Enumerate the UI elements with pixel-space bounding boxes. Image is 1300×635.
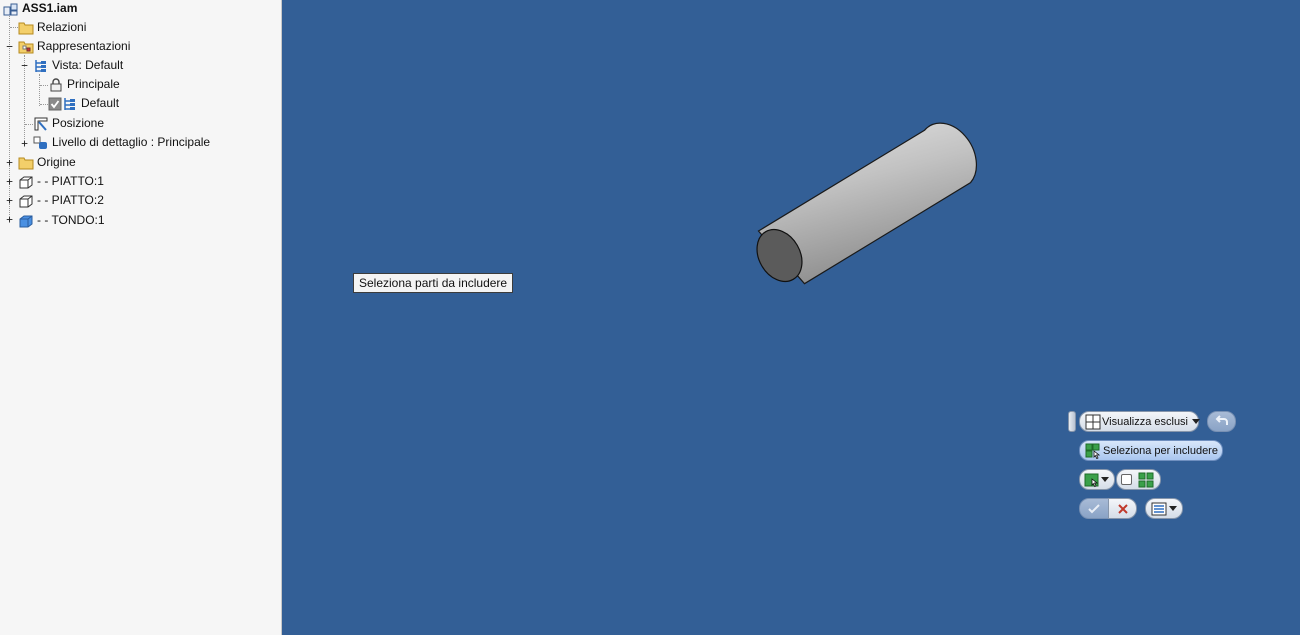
tree-item-livello-di-dettaglio[interactable]: Livello di dettaglio : Principale [33, 133, 210, 152]
tree-item-label: Origine [37, 155, 76, 169]
expand-toggle[interactable]: + [5, 157, 14, 168]
options-dropdown[interactable] [1145, 498, 1183, 519]
tree-item-label: Vista: Default [52, 58, 124, 72]
tooltip: Seleziona parti da includere [353, 273, 514, 293]
chevron-down-icon [1169, 506, 1177, 511]
window-grid-icon [1085, 414, 1101, 430]
select-to-include-label: Seleziona per includere [1103, 444, 1218, 457]
tree-item-label: - - PIATTO:1 [37, 174, 104, 188]
tree-item-label: Default [81, 96, 120, 110]
show-excluded-dropdown[interactable]: Visualizza esclusi [1079, 411, 1201, 432]
options-menu-icon [1151, 501, 1167, 517]
grip-icon[interactable] [1068, 411, 1076, 432]
tree-item-piatto-2[interactable]: - - PIATTO:2 [18, 191, 104, 210]
model-browser: − − + + + + + ASS1.iam Relazioni Rappres… [0, 0, 282, 635]
representations-icon [18, 39, 34, 55]
level-of-detail-icon [33, 135, 49, 151]
checkmark-icon [1086, 501, 1102, 517]
browser-root-label: ASS1.iam [22, 1, 78, 15]
graphics-viewport[interactable] [282, 0, 1300, 635]
expand-toggle[interactable]: + [5, 195, 14, 206]
checkbox-icon[interactable] [1121, 474, 1132, 485]
chevron-down-icon [1192, 419, 1201, 424]
browser-root[interactable]: ASS1.iam [3, 0, 77, 18]
select-options-group [1116, 469, 1161, 490]
tree-item-tondo-1[interactable]: - - TONDO:1 [18, 211, 105, 230]
folder-icon [18, 20, 34, 36]
tree-item-label: - - PIATTO:2 [37, 193, 104, 207]
tree-item-origine[interactable]: Origine [18, 153, 76, 172]
collapse-toggle[interactable]: − [5, 41, 14, 52]
tree-guide-line [39, 74, 40, 106]
tree-guide-line [10, 27, 18, 28]
undo-button[interactable] [1207, 411, 1236, 432]
tree-guide-line [25, 124, 33, 125]
tree-item-label: - - TONDO:1 [37, 213, 105, 227]
view-representation-icon [62, 96, 78, 112]
ok-button[interactable] [1079, 498, 1109, 519]
tree-item-label: Principale [67, 77, 120, 91]
selection-mode-dropdown[interactable] [1079, 469, 1115, 490]
tree-item-principale[interactable]: Principale [48, 75, 120, 94]
part-icon [18, 193, 34, 209]
show-excluded-label: Visualizza esclusi [1102, 415, 1189, 428]
tree-item-label: Relazioni [37, 20, 87, 34]
collapse-toggle[interactable]: − [20, 60, 29, 71]
selection-mode-icon [1084, 472, 1099, 488]
folder-icon [18, 155, 34, 171]
tree-guide-line [40, 85, 48, 86]
tree-guide-line [40, 104, 48, 105]
tree-item-rappresentazioni[interactable]: Rappresentazioni [18, 37, 130, 56]
checkbox-checked-icon[interactable] [48, 96, 62, 112]
tree-item-piatto-1[interactable]: - - PIATTO:1 [18, 172, 104, 191]
chevron-down-icon [1101, 477, 1109, 482]
tree-item-default[interactable]: Default [48, 94, 119, 113]
assembly-icon [3, 1, 19, 17]
tree-item-label: Livello di dettaglio : Principale [52, 135, 211, 149]
lock-icon [48, 77, 64, 93]
solid-part-icon [18, 213, 34, 229]
undo-icon [1214, 414, 1230, 430]
tree-item-label: Rappresentazioni [37, 39, 131, 53]
expand-toggle[interactable]: + [5, 214, 14, 225]
tree-item-posizione[interactable]: Posizione [33, 114, 104, 133]
cancel-button[interactable] [1108, 498, 1137, 519]
tree-item-relazioni[interactable]: Relazioni [18, 18, 86, 37]
cylinder-model[interactable] [282, 0, 1300, 635]
position-icon [33, 116, 49, 132]
select-include-icon [1085, 443, 1101, 459]
expand-toggle[interactable]: + [20, 138, 29, 149]
tree-item-vista-default[interactable]: Vista: Default [33, 56, 123, 75]
view-representation-icon [33, 58, 49, 74]
expand-toggle[interactable]: + [5, 176, 14, 187]
tree-item-label: Posizione [52, 116, 105, 130]
close-icon [1115, 501, 1131, 517]
part-icon [18, 174, 34, 190]
grid-select-icon[interactable] [1138, 472, 1154, 488]
select-to-include-button[interactable]: Seleziona per includere [1079, 440, 1223, 461]
